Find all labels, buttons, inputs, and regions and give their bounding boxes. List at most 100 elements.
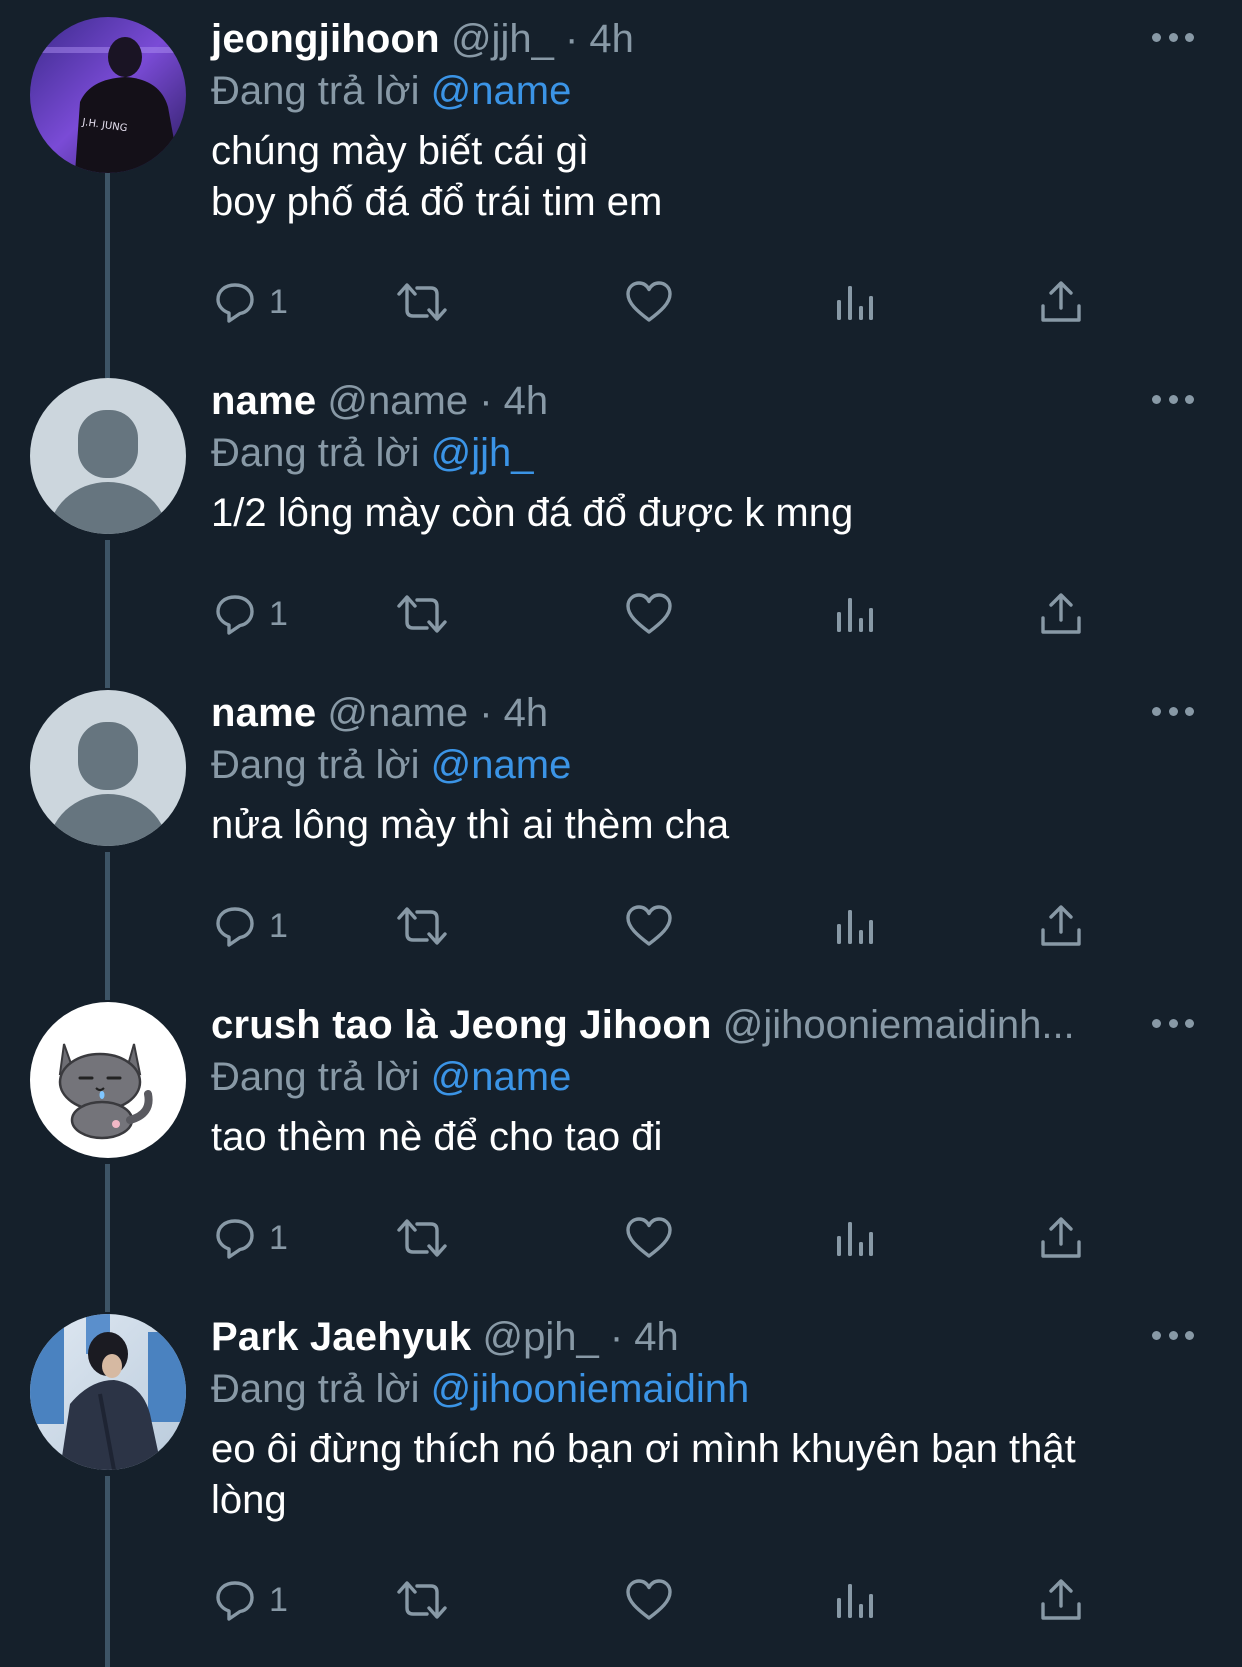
retweet-button[interactable] [395, 1210, 449, 1266]
reply-context: Đang trả lời @name [211, 65, 1202, 117]
action-bar: 1 [211, 274, 1091, 330]
views-button[interactable] [835, 1572, 875, 1628]
display-name[interactable]: name [211, 691, 316, 735]
reply-context: Đang trả lời @name [211, 1051, 1202, 1103]
reply-button[interactable]: 1 [213, 1572, 288, 1628]
share-button[interactable] [1039, 1572, 1083, 1628]
timestamp[interactable]: 4h [589, 17, 634, 61]
like-button[interactable] [625, 898, 673, 954]
share-button[interactable] [1039, 586, 1083, 642]
avatar[interactable] [30, 1002, 186, 1158]
avatar-photo: J.H. JUNG [30, 17, 186, 173]
tweet-text-line: lòng [211, 1478, 287, 1522]
like-button[interactable] [625, 1210, 673, 1266]
more-icon[interactable] [1152, 25, 1194, 49]
like-button[interactable] [625, 586, 673, 642]
display-name[interactable]: crush tao là Jeong Jihoon [211, 1003, 712, 1047]
handle[interactable]: @name [327, 691, 468, 735]
retweet-button[interactable] [395, 1572, 449, 1628]
handle[interactable]: @pjh_ [482, 1315, 598, 1359]
reply-mention[interactable]: @name [431, 1055, 572, 1099]
reply-button[interactable]: 1 [213, 1210, 288, 1266]
views-button[interactable] [835, 1210, 875, 1266]
share-button[interactable] [1039, 1210, 1083, 1266]
views-button[interactable] [835, 586, 875, 642]
display-name[interactable]: Park Jaehyuk [211, 1315, 471, 1359]
reply-icon [216, 1219, 254, 1259]
reply-prefix: Đang trả lời [211, 431, 420, 475]
display-name[interactable]: name [211, 379, 316, 423]
reply-count: 1 [269, 1218, 288, 1257]
like-button[interactable] [625, 274, 673, 330]
reply-mention[interactable]: @name [431, 69, 572, 113]
views-button[interactable] [835, 274, 875, 330]
reply-count: 1 [269, 282, 288, 321]
heart-icon [626, 593, 672, 634]
tweet-header: name @name · 4h [211, 375, 1202, 427]
share-button[interactable] [1039, 898, 1083, 954]
thread-line [105, 540, 110, 688]
tweet-header: name @name · 4h [211, 687, 1202, 739]
more-icon[interactable] [1152, 699, 1194, 723]
more-icon[interactable] [1152, 1323, 1194, 1347]
share-icon [1041, 1579, 1081, 1620]
timestamp[interactable]: 4h [504, 379, 549, 423]
default-profile-icon [30, 378, 186, 534]
retweet-button[interactable] [395, 274, 449, 330]
views-button[interactable] [835, 898, 875, 954]
retweet-icon [397, 283, 447, 321]
more-icon[interactable] [1152, 387, 1194, 411]
reply-count: 1 [269, 594, 288, 633]
tweet-text-line: nửa lông mày thì ai thèm cha [211, 803, 730, 847]
tweet-text: tao thèm nè để cho tao đi [211, 1112, 1202, 1163]
retweet-icon [397, 907, 447, 945]
heart-icon [626, 905, 672, 946]
handle[interactable]: @jihooniemaidinh... [723, 999, 1075, 1051]
reply-icon [216, 283, 254, 323]
thread-line [105, 852, 110, 1000]
reply-button[interactable]: 1 [213, 898, 288, 954]
avatar[interactable] [30, 378, 186, 534]
timestamp[interactable]: 4h [634, 1315, 679, 1359]
reply-button[interactable]: 1 [213, 274, 288, 330]
action-bar: 1 [211, 898, 1091, 954]
reply-context: Đang trả lời @jjh_ [211, 427, 1202, 479]
action-bar: 1 [211, 1210, 1091, 1266]
cat-sticker-icon [30, 1002, 186, 1158]
avatar[interactable]: J.H. JUNG [30, 17, 186, 173]
share-icon [1041, 593, 1081, 634]
reply-context: Đang trả lời @name [211, 739, 1202, 791]
reply-prefix: Đang trả lời [211, 1367, 420, 1411]
avatar[interactable] [30, 1314, 186, 1470]
analytics-icon [837, 1584, 873, 1618]
handle[interactable]: @jjh_ [451, 17, 554, 61]
avatar[interactable] [30, 690, 186, 846]
handle[interactable]: @name [327, 379, 468, 423]
reply-count: 1 [269, 906, 288, 945]
retweet-button[interactable] [395, 898, 449, 954]
timestamp[interactable]: 4h [504, 691, 549, 735]
reply-mention[interactable]: @name [431, 743, 572, 787]
like-button[interactable] [625, 1572, 673, 1628]
share-icon [1041, 281, 1081, 322]
heart-icon [626, 1579, 672, 1620]
tweet-header: crush tao là Jeong Jihoon @jihooniemaidi… [211, 999, 1202, 1051]
more-icon[interactable] [1152, 1011, 1194, 1035]
reply-mention[interactable]: @jihooniemaidinh [431, 1367, 750, 1411]
separator: · [479, 379, 493, 423]
reply-button[interactable]: 1 [213, 586, 288, 642]
analytics-icon [837, 1222, 873, 1256]
retweet-button[interactable] [395, 586, 449, 642]
reply-context: Đang trả lời @jihooniemaidinh [211, 1363, 1202, 1415]
reply-prefix: Đang trả lời [211, 69, 420, 113]
share-icon [1041, 905, 1081, 946]
display-name[interactable]: jeongjihoon [211, 17, 440, 61]
reply-prefix: Đang trả lời [211, 1055, 420, 1099]
reply-icon [216, 907, 254, 947]
tweet-text: chúng mày biết cái gì boy phố đá đổ trái… [211, 126, 1202, 228]
thread-line [105, 1476, 110, 1667]
tweet-text-line: tao thèm nè để cho tao đi [211, 1115, 663, 1159]
share-button[interactable] [1039, 274, 1083, 330]
reply-mention[interactable]: @jjh_ [431, 431, 534, 475]
tweet-text-line: 1/2 lông mày còn đá đổ được k mng [211, 491, 854, 535]
